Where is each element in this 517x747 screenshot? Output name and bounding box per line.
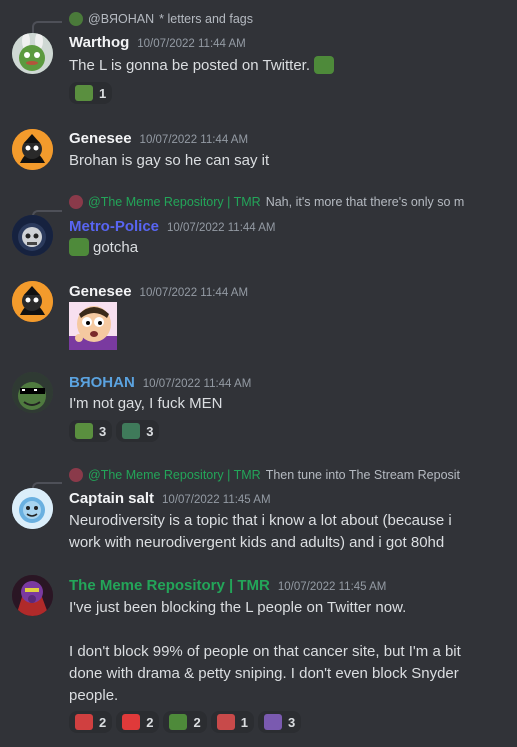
- author-name[interactable]: Captain salt: [69, 490, 154, 507]
- reply-author[interactable]: @BЯOHAN: [88, 12, 154, 26]
- reaction-pepe[interactable]: 2: [163, 711, 207, 733]
- reaction-count: 1: [240, 714, 248, 730]
- reaction-hundred[interactable]: 2: [116, 711, 160, 733]
- pepe-icon: [169, 714, 188, 730]
- reaction-count: 2: [146, 714, 154, 730]
- reaction-pepe[interactable]: 1: [69, 82, 113, 104]
- message-line: done with drama & petty sniping. I don't…: [69, 665, 459, 682]
- avatar[interactable]: [12, 33, 53, 74]
- reply-avatar: [69, 12, 83, 26]
- message-line: people.: [69, 687, 119, 704]
- pepe-icon: [122, 423, 141, 439]
- avatar[interactable]: [12, 129, 53, 170]
- reply-author[interactable]: @The Meme Repository | TMR: [88, 468, 261, 482]
- author-name[interactable]: Metro-Police: [69, 218, 159, 235]
- message-line: Neurodiversity is a topic that i know a …: [69, 512, 452, 529]
- author-name[interactable]: Warthog: [69, 34, 129, 51]
- reaction-count: 1: [99, 85, 107, 101]
- message-line: I don't block 99% of people on that canc…: [69, 643, 461, 660]
- reply-text: Nah, it's more that there's only so m: [265, 195, 465, 209]
- reaction-count: 3: [146, 423, 154, 439]
- timestamp: 10/07/2022 11:44 AM: [142, 378, 252, 390]
- timestamp: 10/07/2022 11:44 AM: [167, 222, 276, 234]
- author-name[interactable]: BЯOHAN: [69, 374, 135, 391]
- reaction-santa[interactable]: 2: [69, 711, 113, 733]
- reaction-santa[interactable]: 1: [210, 711, 254, 733]
- message-text: I've just been blocking the L people on …: [69, 597, 499, 707]
- avatar[interactable]: [12, 575, 53, 616]
- reply-avatar: [69, 468, 83, 482]
- message-text: gotcha: [69, 237, 499, 259]
- timestamp: 10/07/2022 11:44 AM: [137, 38, 246, 50]
- reply-author[interactable]: @The Meme Repository | TMR: [88, 195, 261, 209]
- author-name[interactable]: The Meme Repository | TMR: [69, 577, 270, 594]
- reaction-count: 2: [193, 714, 201, 730]
- santa-icon: [216, 714, 235, 730]
- avatar[interactable]: [12, 372, 53, 413]
- timestamp: 10/07/2022 11:45 AM: [162, 494, 271, 506]
- santa-icon: [75, 714, 93, 730]
- author-name[interactable]: Genesee: [69, 130, 132, 147]
- message-text: I'm not gay, I fuck MEN: [69, 395, 223, 412]
- pepe-emoji: [314, 56, 335, 74]
- avatar[interactable]: [12, 488, 53, 529]
- reaction-pepe[interactable]: 3: [69, 420, 113, 442]
- reaction-count: 3: [287, 714, 296, 730]
- timestamp: 10/07/2022 11:44 AM: [139, 134, 249, 146]
- reply-text: Then tune into The Stream Reposit: [265, 468, 461, 482]
- timestamp: 10/07/2022 11:44 AM: [139, 287, 249, 299]
- message-line: The L is gonna be posted on Twitter.: [69, 57, 310, 74]
- reaction-count: 3: [99, 423, 107, 439]
- message-line: work with neurodivergent kids and adults…: [69, 534, 445, 551]
- hundred-icon: [122, 714, 141, 730]
- pepe-emoji: [69, 238, 89, 256]
- pepe-icon: [75, 85, 93, 101]
- reply-preview[interactable]: @The Meme Repository | TMR Then tune int…: [33, 468, 483, 482]
- avatar[interactable]: [12, 215, 53, 256]
- reply-preview[interactable]: @The Meme Repository | TMR Nah, it's mor…: [33, 195, 483, 209]
- reply-preview[interactable]: @BЯOHAN * letters and fags: [33, 12, 483, 26]
- reply-text: * letters and fags: [159, 12, 253, 26]
- author-name[interactable]: Genesee: [69, 283, 132, 300]
- message-line: I've just been blocking the L people on …: [69, 599, 407, 616]
- message-text: Brohan is gay so he can say it: [69, 152, 270, 169]
- timestamp: 10/07/2022 11:45 AM: [277, 581, 387, 593]
- message-line-blank: [69, 619, 499, 641]
- pepe-rainbow-icon: [263, 714, 282, 730]
- reaction-count: 2: [99, 714, 107, 730]
- message-text: The L is gonna be posted on Twitter.: [69, 55, 499, 77]
- reply-avatar: [69, 195, 83, 209]
- reaction-pepe[interactable]: 3: [116, 420, 160, 442]
- message-text: Neurodiversity is a topic that i know a …: [69, 510, 499, 554]
- avatar[interactable]: [12, 281, 53, 322]
- pepe-icon: [75, 423, 93, 439]
- message-line: gotcha: [93, 239, 139, 256]
- reaction-pepe[interactable]: 3: [257, 711, 302, 733]
- worried-face-emoji[interactable]: [69, 302, 117, 350]
